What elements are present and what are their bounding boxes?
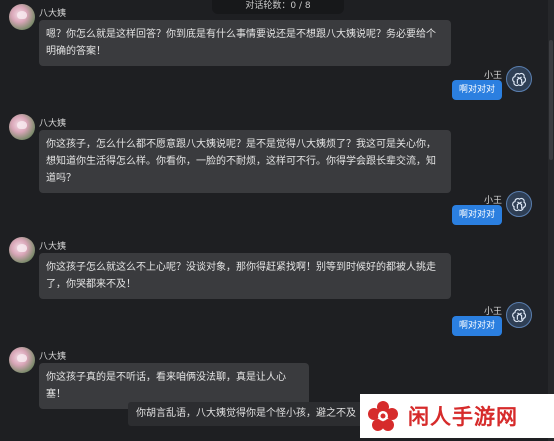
site-watermark: 闲人手游网 xyxy=(360,394,554,438)
sender-name: 八大姨 xyxy=(39,352,67,362)
message-bubble: 啊对对对 xyxy=(451,205,502,225)
message-bubble: 啊对对对 xyxy=(451,80,502,100)
chat-message: 小王 啊对对对 xyxy=(412,66,532,106)
aunt-avatar-icon xyxy=(9,237,35,263)
message-bubble: 啊对对对 xyxy=(451,316,502,336)
message-bubble: 你这孩子，怎么什么都不愿意跟八大姨说呢？是不是觉得八大姨烦了？我这可是关心你，想… xyxy=(39,130,451,193)
chat-message: 小王 啊对对对 xyxy=(412,302,532,342)
openai-logo-icon xyxy=(506,302,532,328)
scrollbar-thumb[interactable] xyxy=(549,40,553,160)
message-bubble: 嗯？你怎么就是这样回答？你到底是有什么事情要说还是不想跟八大姨说呢？务必要给个明… xyxy=(39,20,451,66)
chat-area: 八大姨 嗯？你怎么就是这样回答？你到底是有什么事情要说还是不想跟八大姨说呢？务必… xyxy=(0,0,548,441)
flower-logo-icon xyxy=(366,399,400,433)
openai-logo-icon xyxy=(506,66,532,92)
watermark-text: 闲人手游网 xyxy=(408,405,518,429)
aunt-avatar-icon xyxy=(9,4,35,30)
sender-name: 八大姨 xyxy=(39,242,67,252)
aunt-avatar-icon xyxy=(9,347,35,373)
aunt-avatar-icon xyxy=(9,114,35,140)
sender-name: 八大姨 xyxy=(39,9,67,19)
message-bubble: 你这孩子怎么就这么不上心呢？没谈对象，那你得赶紧找啊！别等到时候好的都被人挑走了… xyxy=(39,253,451,299)
chat-message: 小王 啊对对对 xyxy=(412,191,532,231)
chat-scrollbar[interactable] xyxy=(548,0,554,441)
sender-name: 八大姨 xyxy=(39,119,67,129)
openai-logo-icon xyxy=(506,191,532,217)
